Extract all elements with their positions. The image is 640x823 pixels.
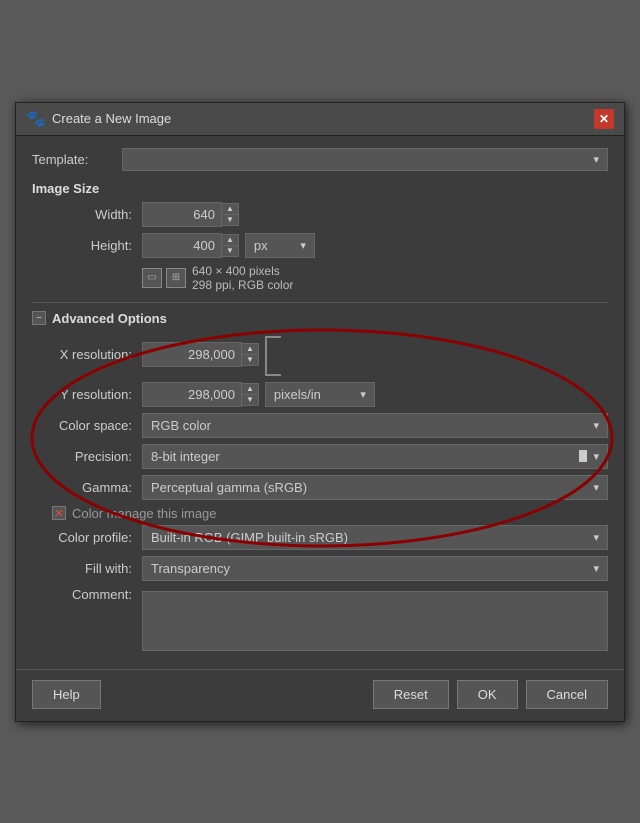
precision-row: Precision: 8-bit integer ▾ (32, 444, 608, 469)
precision-chevron-icon: ▾ (593, 450, 599, 463)
comment-input[interactable] (142, 591, 608, 651)
width-spin-down[interactable]: ▼ (222, 215, 238, 225)
x-resolution-spin-down[interactable]: ▼ (242, 355, 258, 365)
fill-with-select[interactable]: Transparency ▾ (142, 556, 608, 581)
gamma-select[interactable]: Perceptual gamma (sRGB) ▾ (142, 475, 608, 500)
fill-with-label: Fill with: (32, 561, 142, 576)
fill-with-chevron-icon: ▾ (593, 562, 599, 575)
color-manage-checkbox[interactable]: ✕ (52, 506, 66, 520)
color-profile-label: Color profile: (32, 530, 142, 545)
y-resolution-label: Y resolution: (32, 387, 142, 402)
color-space-select[interactable]: RGB color ▾ (142, 413, 608, 438)
resolution-unit-chevron-icon: ▾ (360, 388, 366, 401)
cancel-button[interactable]: Cancel (526, 680, 608, 709)
y-resolution-spin-down[interactable]: ▼ (242, 395, 258, 405)
width-input-group: ▲ ▼ (142, 202, 239, 227)
template-select[interactable]: ▾ (122, 148, 608, 171)
collapse-button[interactable]: − (32, 311, 46, 325)
color-manage-row: ✕ Color manage this image (52, 506, 608, 521)
height-label: Height: (32, 238, 142, 253)
y-resolution-input-group: ▲ ▼ pixels/in ▾ (142, 382, 375, 407)
x-resolution-spin-up[interactable]: ▲ (242, 344, 258, 355)
x-resolution-label: X resolution: (32, 347, 142, 362)
gamma-chevron-icon: ▾ (593, 481, 599, 494)
height-spin-up[interactable]: ▲ (222, 235, 238, 246)
unit-wrapper: px ▾ (245, 233, 315, 258)
unit-select[interactable]: px ▾ (245, 233, 315, 258)
x-resolution-input-group: ▲ ▼ (142, 334, 281, 376)
gamma-label: Gamma: (32, 480, 142, 495)
gamma-row: Gamma: Perceptual gamma (sRGB) ▾ (32, 475, 608, 500)
y-resolution-spin-up[interactable]: ▲ (242, 384, 258, 395)
y-resolution-row: Y resolution: ▲ ▼ pixels/in ▾ (32, 382, 608, 407)
ok-button[interactable]: OK (457, 680, 518, 709)
height-spin-down[interactable]: ▼ (222, 246, 238, 256)
link-icons: ▭ ⊞ (142, 268, 186, 288)
color-space-chevron-icon: ▾ (593, 419, 599, 432)
height-input[interactable] (142, 233, 222, 258)
help-button[interactable]: Help (32, 680, 101, 709)
x-resolution-row: X resolution: ▲ ▼ (32, 334, 608, 376)
precision-label: Precision: (32, 449, 142, 464)
template-label: Template: (32, 152, 122, 167)
y-resolution-input[interactable] (142, 382, 242, 407)
width-spinner: ▲ ▼ (221, 203, 239, 226)
width-row: Width: ▲ ▼ (32, 202, 608, 227)
close-button[interactable]: ✕ (594, 109, 614, 129)
color-manage-label: Color manage this image (72, 506, 217, 521)
comment-label: Comment: (32, 587, 142, 602)
reset-button[interactable]: Reset (373, 680, 449, 709)
color-profile-select[interactable]: Built-in RGB (GIMP built-in sRGB) ▾ (142, 525, 608, 550)
image-size-title: Image Size (32, 181, 608, 196)
x-resolution-input[interactable] (142, 342, 242, 367)
color-profile-row: Color profile: Built-in RGB (GIMP built-… (32, 525, 608, 550)
precision-select[interactable]: 8-bit integer ▾ (142, 444, 608, 469)
advanced-title: Advanced Options (52, 311, 167, 326)
width-spin-up[interactable]: ▲ (222, 204, 238, 215)
app-icon: 🐾 (26, 109, 46, 129)
info-row: ▭ ⊞ 640 × 400 pixels 298 ppi, RGB color (142, 264, 608, 292)
title-bar-left: 🐾 Create a New Image (26, 109, 171, 129)
link-bracket-icon (265, 336, 281, 376)
color-space-label: Color space: (32, 418, 142, 433)
buttons-row: Help Reset OK Cancel (16, 669, 624, 721)
width-label: Width: (32, 207, 142, 222)
resolution-unit-wrapper: pixels/in ▾ (265, 382, 375, 407)
buttons-right: Reset OK Cancel (373, 680, 608, 709)
width-input[interactable] (142, 202, 222, 227)
unit-chevron-icon: ▾ (300, 239, 306, 252)
resolution-unit-select[interactable]: pixels/in ▾ (265, 382, 375, 407)
divider-1 (32, 302, 608, 303)
image-size-section: Image Size Width: ▲ ▼ (32, 181, 608, 292)
cursor-icon (579, 450, 587, 462)
fill-with-row: Fill with: Transparency ▾ (32, 556, 608, 581)
title-bar: 🐾 Create a New Image ✕ (16, 103, 624, 136)
dialog-body: Template: ▾ Image Size Width: (16, 136, 624, 669)
landscape-icon[interactable]: ⊞ (166, 268, 186, 288)
height-spinner: ▲ ▼ (221, 234, 239, 257)
color-space-row: Color space: RGB color ▾ (32, 413, 608, 438)
height-row: Height: ▲ ▼ px ▾ (32, 233, 608, 258)
color-profile-chevron-icon: ▾ (593, 531, 599, 544)
x-resolution-spinner: ▲ ▼ (241, 343, 259, 366)
y-resolution-spinner: ▲ ▼ (241, 383, 259, 406)
dialog-title: Create a New Image (52, 111, 171, 126)
template-chevron-icon: ▾ (593, 153, 599, 166)
comment-row: Comment: (32, 587, 608, 651)
image-info: 640 × 400 pixels 298 ppi, RGB color (192, 264, 293, 292)
create-new-image-dialog: 🐾 Create a New Image ✕ Template: ▾ Imag (15, 102, 625, 722)
portrait-icon[interactable]: ▭ (142, 268, 162, 288)
advanced-header: − Advanced Options (32, 311, 608, 326)
height-input-group: ▲ ▼ px ▾ (142, 233, 315, 258)
template-row: Template: ▾ (32, 148, 608, 171)
